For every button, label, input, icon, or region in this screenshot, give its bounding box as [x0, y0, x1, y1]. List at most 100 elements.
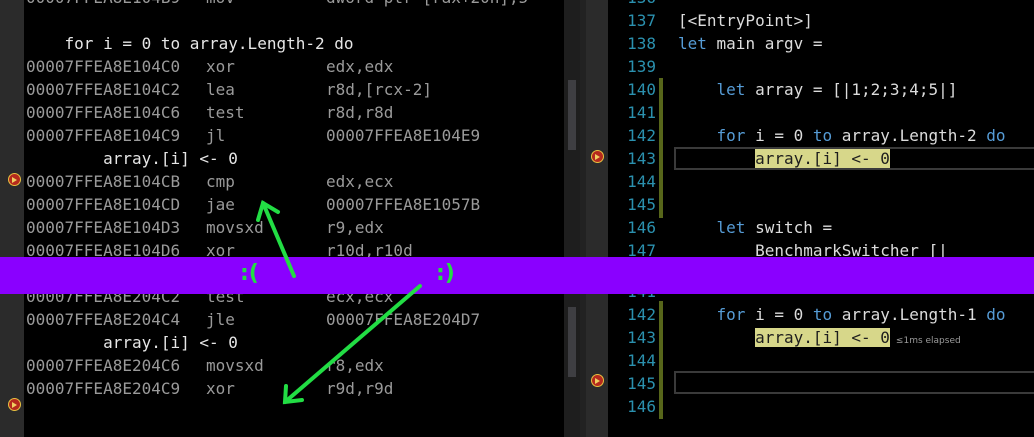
instruction-mnemonic: jae: [206, 195, 235, 214]
instruction-operands: r10d,r10d: [326, 241, 413, 257]
instruction-operands: dword ptr [rax+20h],5: [326, 0, 528, 7]
instruction-address: 00007FFEA8E104CB: [26, 172, 181, 191]
disassembly-line[interactable]: 00007FFEA8E204C9 xor r9d,r9d: [26, 377, 393, 400]
instruction-address: 00007FFEA8E104C9: [26, 126, 181, 145]
instruction-operands: 00007FFEA8E104E9: [326, 126, 481, 145]
code-line[interactable]: let switch =: [678, 216, 833, 239]
instruction-address: 00007FFEA8E204C9: [26, 379, 181, 398]
disassembly-line[interactable]: 00007FFEA8E104C9 jl 00007FFEA8E104E9: [26, 124, 480, 147]
keyword: to: [812, 126, 833, 145]
line-number: 143: [627, 328, 656, 347]
disassembly-line[interactable]: 00007FFEA8E104CB cmp edx,ecx: [26, 170, 393, 193]
perf-tip: ≤1ms elapsed: [895, 336, 961, 346]
code-line[interactable]: for i = 0 to array.Length-2 do: [678, 124, 1006, 147]
instruction-address: 00007FFEA8E104D6: [26, 241, 181, 257]
instruction-operands: r9d,r9d: [326, 379, 394, 398]
current-statement-icon: [591, 374, 604, 387]
line-number: 142: [627, 126, 656, 145]
instruction-address: 00007FFEA8E204C6: [26, 356, 181, 375]
disassembly-line[interactable]: 00007FFEA8E104C6 test r8d,r8d: [26, 101, 393, 124]
instruction-address: 00007FFEA8E104C6: [26, 103, 181, 122]
current-statement-icon: [591, 150, 604, 163]
instruction-address: 00007FFEA8E104D3: [26, 218, 181, 237]
disassembly-line[interactable]: 00007FFEA8E204C6 movsxd r8,edx: [26, 354, 384, 377]
sad-face-label: :(: [240, 261, 259, 286]
disassembly-line[interactable]: 00007FFEA8E104D6 xor r10d,r10d: [26, 239, 413, 257]
source-line[interactable]: for i = 0 to array.Length-2 do: [26, 32, 354, 55]
instruction-operands: edx,edx: [326, 57, 394, 76]
keyword: for: [716, 126, 746, 145]
instruction-mnemonic: movsxd: [206, 218, 264, 237]
disassembly-line[interactable]: 00007FFEA8E104CD jae 00007FFEA8E1057B: [26, 193, 480, 216]
instruction-mnemonic: jle: [206, 310, 235, 329]
line-number: 137: [627, 11, 656, 30]
source-line[interactable]: array.[i] <- 0: [26, 331, 238, 354]
instruction-mnemonic: jl: [206, 126, 226, 145]
change-indicator: [659, 78, 663, 218]
keyword: do: [986, 126, 1006, 145]
instruction-address: 00007FFEA8E104C2: [26, 80, 181, 99]
line-number: 142: [627, 305, 656, 324]
disassembly-gutter-top[interactable]: [0, 0, 24, 257]
disassembly-pane-top[interactable]: 00007FFEA8E104B9movdword ptr [rax+20h],5…: [0, 0, 580, 257]
disassembly-line[interactable]: 00007FFEA8E104D3 movsxd r9,edx: [26, 216, 384, 239]
instruction-mnemonic: cmp: [206, 172, 235, 191]
code-line[interactable]: [<EntryPoint>]: [678, 9, 813, 32]
keyword: let: [716, 218, 746, 237]
disassembly-line[interactable]: 00007FFEA8E104B9movdword ptr [rax+20h],5: [26, 0, 528, 9]
line-number: 139: [627, 57, 656, 76]
instruction-mnemonic: lea: [206, 80, 235, 99]
instruction-address: 00007FFEA8E104CD: [26, 195, 181, 214]
current-instruction-icon: [8, 398, 21, 411]
keyword: for: [716, 305, 746, 324]
line-number: 144: [627, 172, 656, 191]
line-number: 146: [627, 397, 656, 416]
line-number: 145: [627, 374, 656, 393]
current-instruction-icon: [8, 173, 21, 186]
current-statement-highlight: array.[i] <- 0: [755, 328, 890, 347]
disassembly-scrollbar-top[interactable]: [564, 0, 580, 257]
keyword: do: [986, 305, 1006, 324]
instruction-mnemonic: xor: [206, 241, 235, 257]
line-number: 136: [612, 0, 656, 9]
current-line-box: [674, 371, 1034, 394]
instruction-operands: r9,edx: [326, 218, 384, 237]
instruction-mnemonic: xor: [206, 57, 235, 76]
code-line[interactable]: let main argv =: [678, 32, 823, 55]
source-line[interactable]: array.[i] <- 0: [26, 147, 238, 170]
keyword: let: [716, 80, 746, 99]
instruction-operands: r8d,[rcx-2]: [326, 80, 432, 99]
instruction-operands: 00007FFEA8E204D7: [326, 310, 481, 329]
instruction-mnemonic: test: [206, 103, 245, 122]
instruction-operands: 00007FFEA8E1057B: [326, 195, 481, 214]
scrollbar-thumb[interactable]: [568, 80, 576, 150]
line-number: 147: [627, 241, 656, 257]
disassembly-line[interactable]: 00007FFEA8E204C4 jle 00007FFEA8E204D7: [26, 308, 480, 331]
happy-face-label: :): [436, 261, 455, 286]
code-line[interactable]: let array = [|1;2;3;4;5|]: [678, 78, 958, 101]
instruction-address: 00007FFEA8E104B9: [26, 0, 206, 9]
scrollbar-thumb[interactable]: [568, 307, 576, 377]
line-number: 145: [627, 195, 656, 214]
disassembly-line[interactable]: 00007FFEA8E104C0 xor edx,edx: [26, 55, 393, 78]
line-number: 138: [627, 34, 656, 53]
disassembly-line[interactable]: 00007FFEA8E104C2 lea r8d,[rcx-2]: [26, 78, 432, 101]
editor-gutter-top[interactable]: [586, 0, 608, 257]
instruction-mnemonic: movsxd: [206, 356, 264, 375]
source-editor-top[interactable]: 136 137 [<EntryPoint>] 138 let main argv = 13…: [586, 0, 1034, 257]
code-line[interactable]: BenchmarkSwitcher [|: [678, 239, 948, 257]
code-line[interactable]: for i = 0 to array.Length-1 do: [678, 303, 1006, 326]
instruction-operands: r8d,r8d: [326, 103, 394, 122]
line-number: 143: [627, 149, 656, 168]
line-number: 146: [627, 218, 656, 237]
keyword: let: [678, 34, 707, 53]
code-line[interactable]: array.[i] <- 0 ≤1ms elapsed: [678, 326, 961, 349]
instruction-address: 00007FFEA8E204C4: [26, 310, 181, 329]
instruction-operands: edx,ecx: [326, 172, 394, 191]
code-line[interactable]: array.[i] <- 0: [678, 147, 890, 170]
instruction-operands: r8,edx: [326, 356, 384, 375]
line-number: 140: [627, 80, 656, 99]
instruction-address: 00007FFEA8E104C0: [26, 57, 181, 76]
instruction-mnemonic: xor: [206, 379, 235, 398]
line-number: 141: [627, 103, 656, 122]
